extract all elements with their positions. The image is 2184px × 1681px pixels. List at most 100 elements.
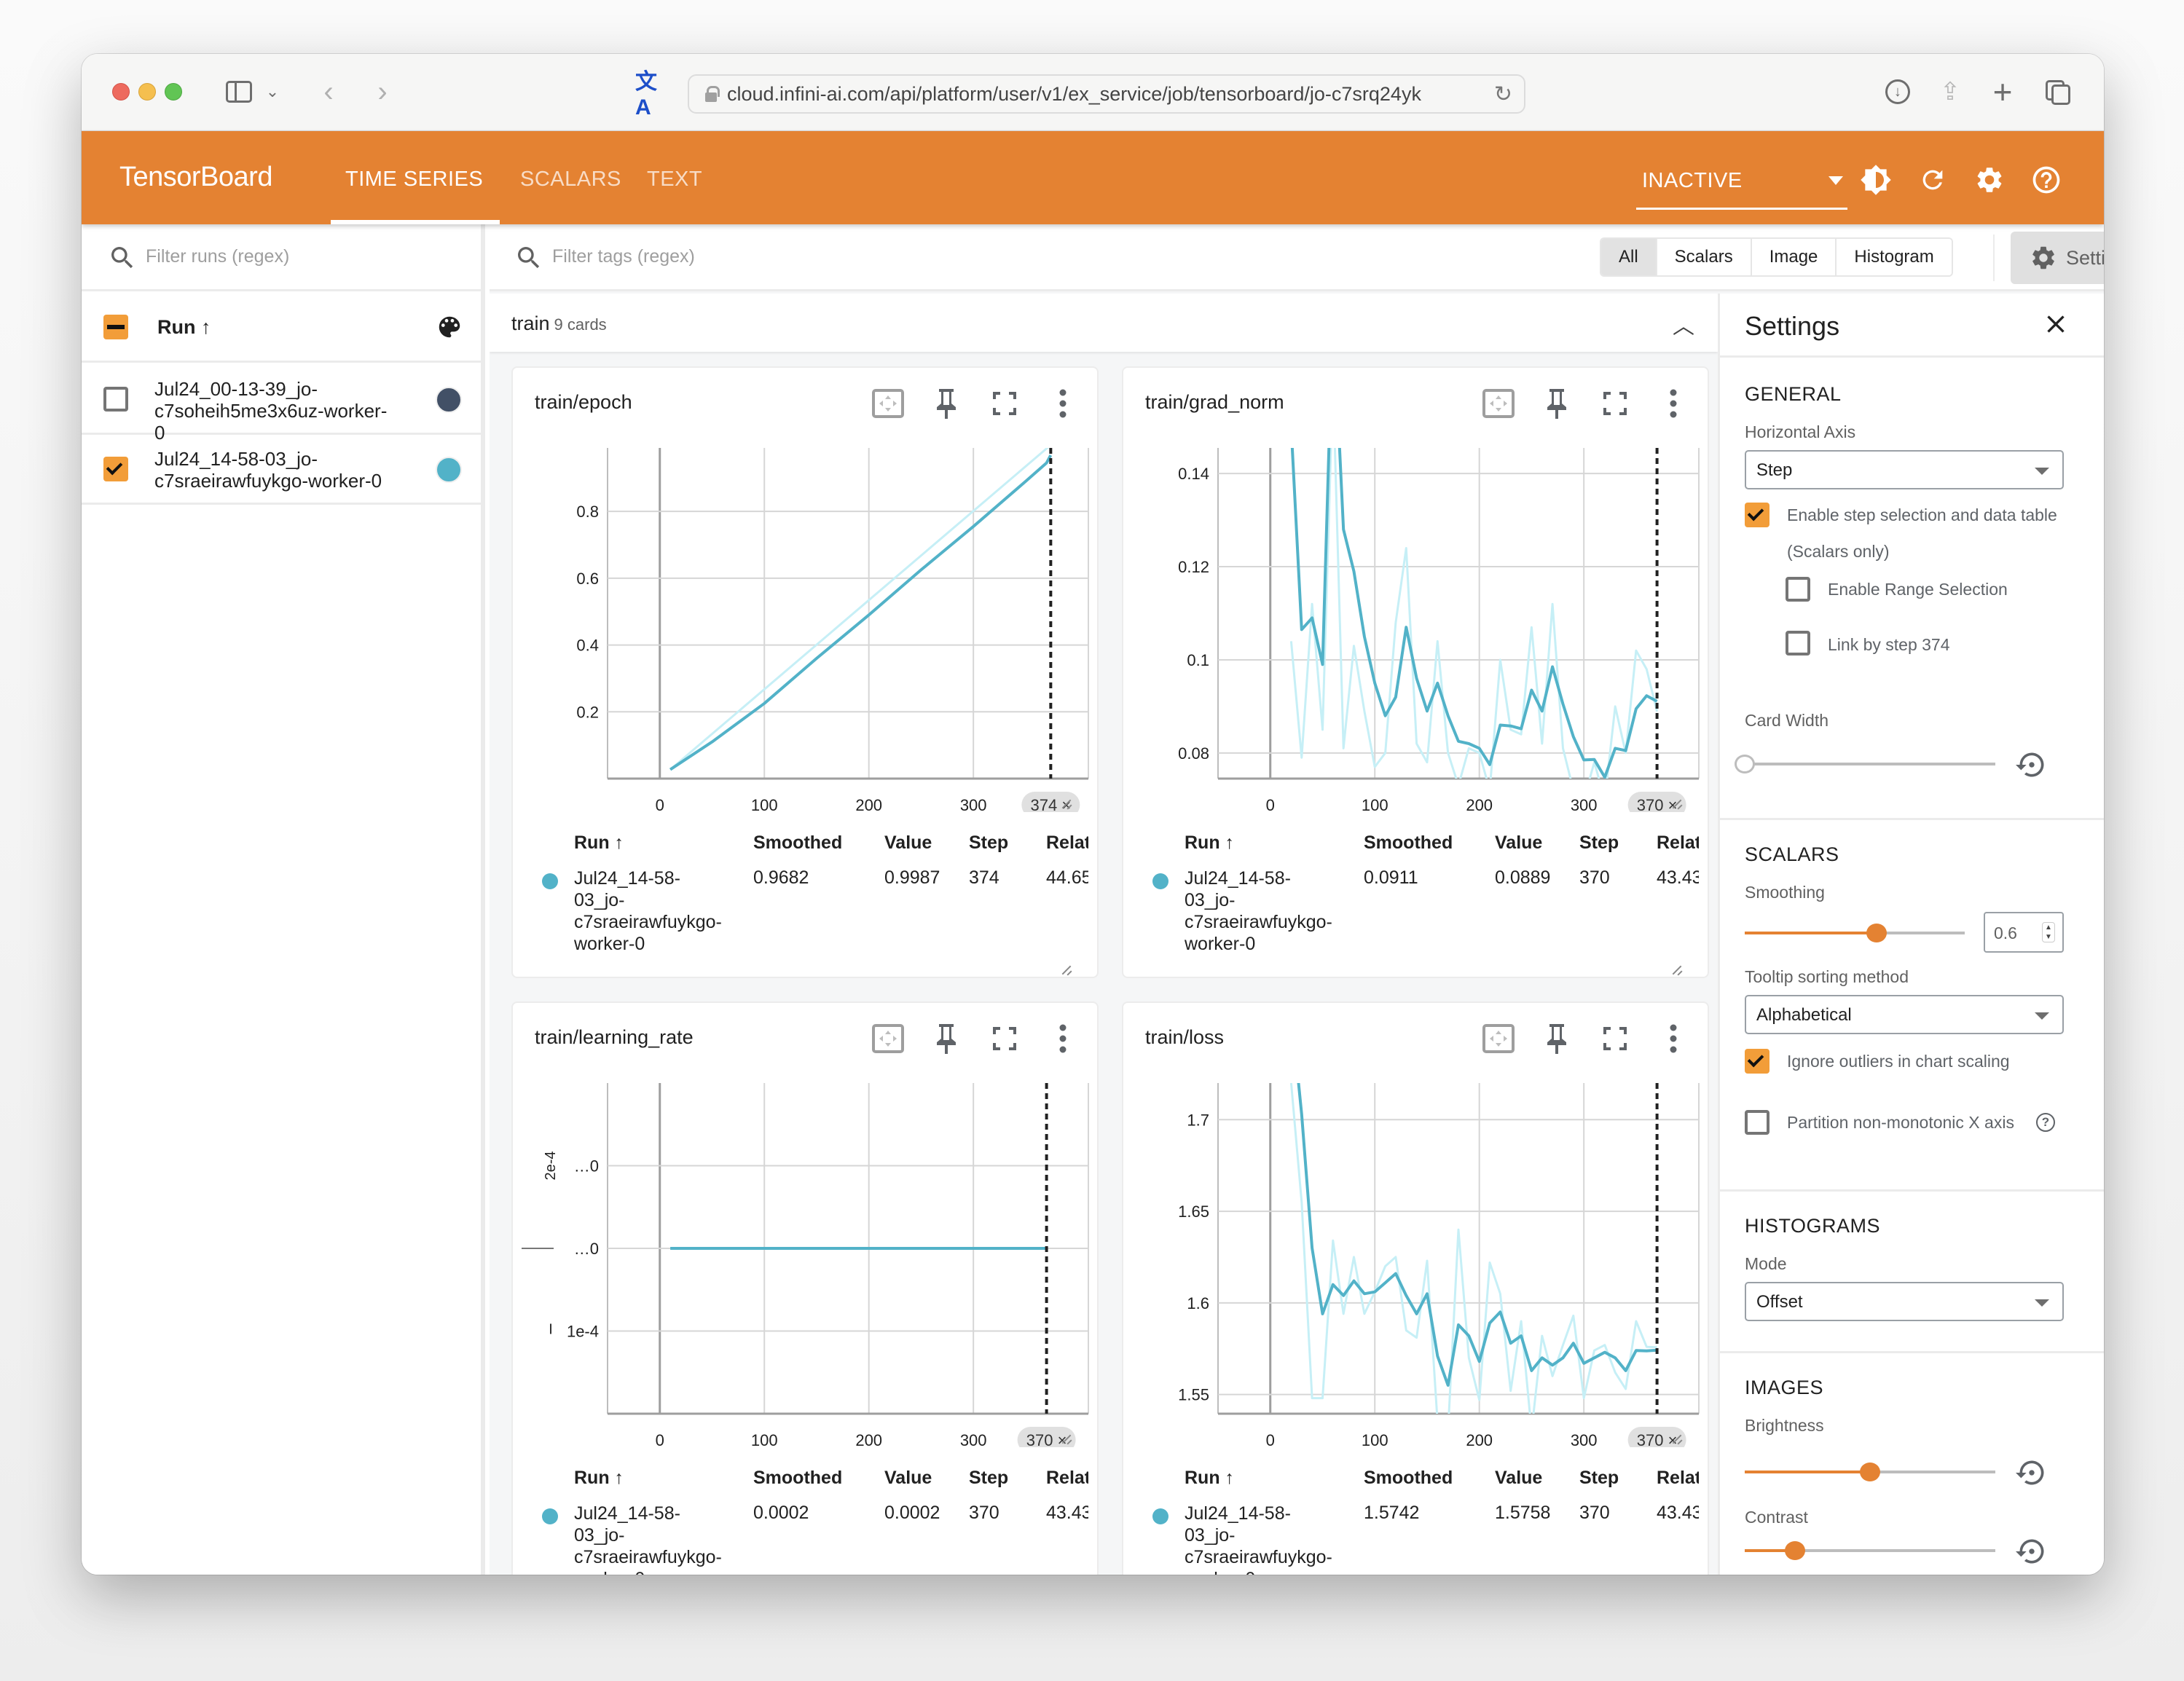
forward-icon[interactable]: › <box>372 74 393 109</box>
col-relative[interactable]: Relat <box>1046 1468 1088 1489</box>
card-group-header[interactable]: train 9 cards ︿ <box>490 294 1718 352</box>
resize-handle-icon[interactable] <box>1061 798 1072 809</box>
help-icon[interactable] <box>2028 162 2065 198</box>
col-run[interactable]: Run ↑ <box>1185 832 1234 854</box>
card-width-slider[interactable] <box>1735 753 1995 775</box>
select-all-runs-checkbox[interactable] <box>103 315 128 339</box>
col-value[interactable]: Value <box>884 832 932 854</box>
pin-icon[interactable] <box>1540 387 1574 420</box>
range-selection-checkbox[interactable] <box>1786 577 1810 602</box>
tab-overview-icon[interactable] <box>2044 74 2072 109</box>
reset-icon[interactable] <box>2016 1535 2048 1567</box>
run-row[interactable]: Jul24_00-13-39_jo-c7soheih5me3x6uz-worke… <box>82 365 481 444</box>
tags-filter-input[interactable]: Filter tags (regex) <box>552 246 695 267</box>
run-checkbox[interactable] <box>103 387 128 412</box>
pin-icon[interactable] <box>1540 1022 1574 1055</box>
link-by-step-checkbox[interactable] <box>1786 631 1810 656</box>
resize-handle-icon[interactable] <box>1671 964 1683 975</box>
slider-thumb[interactable] <box>1866 924 1888 942</box>
line-chart[interactable]: 0 100 200 3001.551.61.651.7370 × <box>1123 1068 1710 1447</box>
reset-icon[interactable] <box>2016 1457 2048 1489</box>
col-value[interactable]: Value <box>884 1468 932 1489</box>
resize-handle-icon[interactable] <box>1061 964 1072 975</box>
col-step[interactable]: Step <box>1579 1468 1619 1489</box>
col-run[interactable]: Run ↑ <box>574 832 624 854</box>
col-smoothed[interactable]: Smoothed <box>1364 832 1453 854</box>
col-run[interactable]: Run ↑ <box>1185 1468 1234 1489</box>
filter-scalars[interactable]: Scalars <box>1655 239 1751 275</box>
run-color-swatch[interactable] <box>436 387 462 413</box>
line-chart[interactable]: 0 100 200 3000.20.40.60.8374 × <box>513 433 1100 812</box>
contrast-slider[interactable] <box>1745 1540 1995 1562</box>
more-vert-icon[interactable] <box>1657 1022 1690 1055</box>
address-bar[interactable]: cloud.infini-ai.com/api/platform/user/v1… <box>688 74 1525 114</box>
close-window-button[interactable] <box>112 83 130 101</box>
col-relative[interactable]: Relat <box>1657 832 1699 854</box>
series-line-smoothed[interactable] <box>669 454 1053 771</box>
more-vert-icon[interactable] <box>1657 387 1690 420</box>
run-color-swatch[interactable] <box>436 457 462 483</box>
col-smoothed[interactable]: Smoothed <box>1364 1468 1453 1489</box>
horizontal-axis-select[interactable]: Step <box>1745 450 2064 489</box>
step-selection-checkbox[interactable] <box>1745 503 1769 527</box>
filter-histogram[interactable]: Histogram <box>1835 239 1952 275</box>
sidebar-toggle-icon[interactable] <box>224 74 254 109</box>
col-value[interactable]: Value <box>1495 832 1542 854</box>
filter-all[interactable]: All <box>1601 239 1656 275</box>
partition-checkbox[interactable] <box>1745 1110 1769 1135</box>
reload-icon[interactable]: ↻ <box>1494 82 1512 107</box>
col-value[interactable]: Value <box>1495 1468 1542 1489</box>
col-step[interactable]: Step <box>1579 832 1619 854</box>
minimize-window-button[interactable] <box>138 83 156 101</box>
series-line-raw[interactable] <box>669 445 1050 771</box>
pin-icon[interactable] <box>930 387 963 420</box>
resize-handle-icon[interactable] <box>1061 1433 1072 1444</box>
run-row[interactable]: Jul24_14-58-03_jo-c7sraeirawfuykgo-worke… <box>82 435 481 505</box>
fit-domain-icon[interactable] <box>1482 387 1515 420</box>
fit-domain-icon[interactable] <box>871 1022 905 1055</box>
theme-toggle-icon[interactable] <box>1858 162 1894 198</box>
slider-thumb[interactable] <box>1784 1541 1805 1560</box>
smoothing-input[interactable]: 0.6 ▲ ▼ <box>1984 912 2064 953</box>
series-line-smoothed[interactable] <box>1291 1068 1657 1387</box>
tab-text[interactable]: TEXT <box>647 168 702 192</box>
more-vert-icon[interactable] <box>1046 1022 1080 1055</box>
fit-domain-icon[interactable] <box>871 387 905 420</box>
settings-button[interactable]: Settings <box>2011 232 2104 284</box>
histogram-mode-select[interactable]: Offset <box>1745 1282 2064 1321</box>
palette-icon[interactable] <box>436 313 463 341</box>
resize-handle-icon[interactable] <box>1671 798 1683 809</box>
plugin-select[interactable]: INACTIVE <box>1636 160 1847 210</box>
smoothing-slider[interactable] <box>1745 922 1965 944</box>
fullscreen-icon[interactable] <box>988 1022 1021 1055</box>
fullscreen-icon[interactable] <box>1598 1022 1632 1055</box>
more-vert-icon[interactable] <box>1046 387 1080 420</box>
col-relative[interactable]: Relat <box>1046 832 1088 854</box>
refresh-icon[interactable] <box>1914 162 1951 198</box>
translate-icon[interactable]: 文A <box>635 70 664 119</box>
resize-handle-icon[interactable] <box>1671 1433 1683 1444</box>
settings-gear-icon[interactable] <box>1971 162 2008 198</box>
new-tab-icon[interactable]: + <box>1990 73 2015 111</box>
col-run[interactable]: Run ↑ <box>574 1468 624 1489</box>
col-relative[interactable]: Relat <box>1657 1468 1699 1489</box>
col-smoothed[interactable]: Smoothed <box>753 1468 842 1489</box>
ignore-outliers-checkbox[interactable] <box>1745 1049 1769 1074</box>
tab-scalars[interactable]: SCALARS <box>520 168 621 192</box>
line-chart[interactable]: 0 100 200 3000.080.10.120.14370 × <box>1123 433 1710 812</box>
stepper-icon[interactable]: ▲ ▼ <box>2042 922 2055 942</box>
tab-time-series[interactable]: TIME SERIES <box>345 168 483 192</box>
reset-icon[interactable] <box>2016 749 2048 781</box>
downloads-icon[interactable]: ↓ <box>1884 74 1912 109</box>
col-smoothed[interactable]: Smoothed <box>753 832 842 854</box>
slider-thumb[interactable] <box>1860 1462 1880 1481</box>
brightness-slider[interactable] <box>1745 1461 1995 1483</box>
series-line-raw[interactable] <box>1289 1083 1657 1431</box>
col-step[interactable]: Step <box>969 832 1008 854</box>
fit-domain-icon[interactable] <box>1482 1022 1515 1055</box>
filter-image[interactable]: Image <box>1750 239 1836 275</box>
tooltip-sort-select[interactable]: Alphabetical <box>1745 995 2064 1034</box>
fullscreen-icon[interactable] <box>988 387 1021 420</box>
chevron-down-icon[interactable]: ⌄ <box>264 74 281 109</box>
run-checkbox[interactable] <box>103 457 128 481</box>
